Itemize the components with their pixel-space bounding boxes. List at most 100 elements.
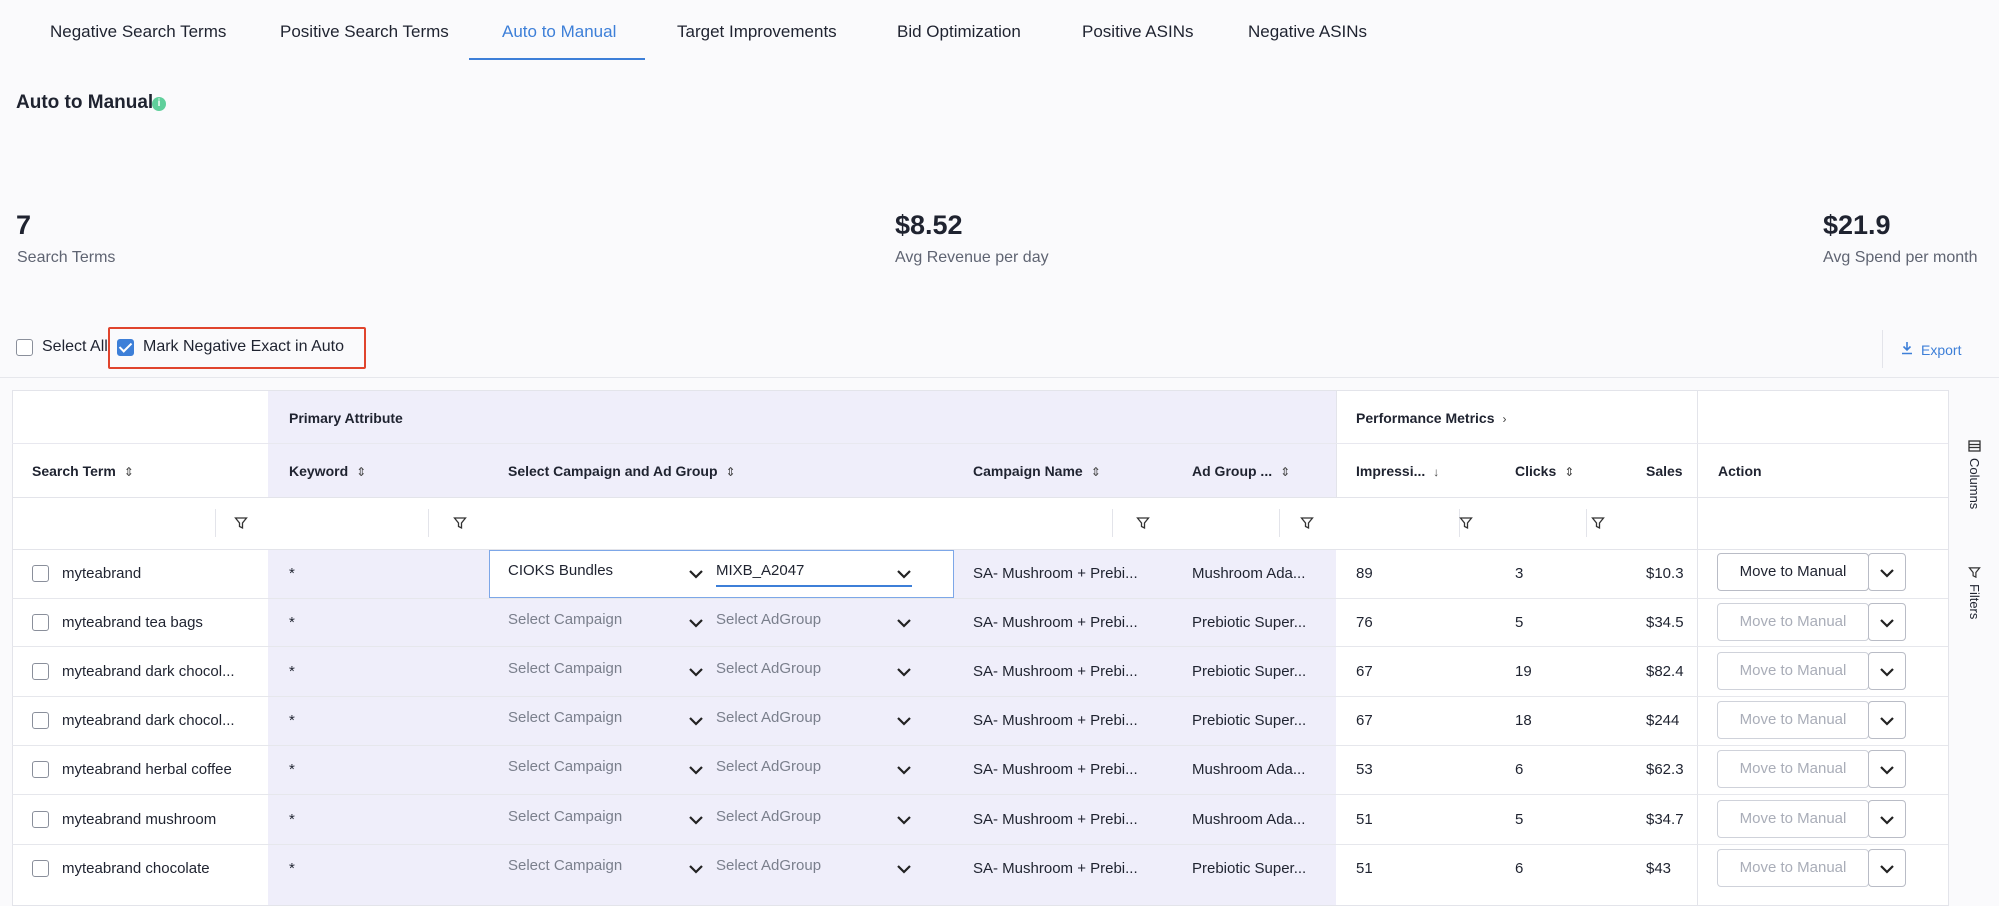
tab-bid-optimization[interactable]: Bid Optimization: [897, 22, 1021, 42]
action-dropdown-button[interactable]: [1868, 849, 1906, 887]
cell-impressions: 76: [1356, 614, 1373, 631]
col-keyword[interactable]: Keyword ⇕: [289, 463, 366, 479]
cell-ad-group: Mushroom Ada...: [1192, 811, 1306, 828]
col-search-term[interactable]: Search Term ⇕: [32, 463, 134, 479]
chevron-down-icon[interactable]: [896, 765, 912, 775]
campaign-select[interactable]: Select Campaign: [508, 660, 678, 677]
filter-icon[interactable]: [453, 516, 467, 530]
cell-keyword: *: [289, 860, 295, 877]
chevron-down-icon: [1880, 569, 1894, 578]
filter-input-keyword[interactable]: [289, 509, 429, 537]
filter-input-clicks[interactable]: [1515, 509, 1587, 537]
chevron-down-icon[interactable]: [688, 569, 704, 579]
chevron-down-icon[interactable]: [896, 815, 912, 825]
tab-positive-asins[interactable]: Positive ASINs: [1082, 22, 1194, 42]
move-to-manual-button[interactable]: Move to Manual: [1717, 800, 1869, 838]
chevron-down-icon[interactable]: [896, 618, 912, 628]
chevron-down-icon[interactable]: [688, 618, 704, 628]
adgroup-select[interactable]: Select AdGroup: [716, 660, 886, 677]
export-label: Export: [1921, 342, 1962, 358]
adgroup-select[interactable]: MIXB_A2047: [716, 562, 886, 579]
row-divider: [12, 794, 1949, 795]
row-checkbox[interactable]: [32, 860, 49, 877]
col-impressions[interactable]: Impressi... ↓: [1356, 463, 1439, 479]
filter-icon[interactable]: [1136, 516, 1150, 530]
filter-icon[interactable]: [1300, 516, 1314, 530]
action-dropdown-button[interactable]: [1868, 652, 1906, 690]
campaign-select[interactable]: Select Campaign: [508, 611, 678, 628]
campaign-select[interactable]: CIOKS Bundles: [508, 562, 678, 579]
row-checkbox[interactable]: [32, 811, 49, 828]
col-ad-group[interactable]: Ad Group ... ⇕: [1192, 463, 1290, 479]
move-to-manual-button[interactable]: Move to Manual: [1717, 849, 1869, 887]
adgroup-select[interactable]: Select AdGroup: [716, 611, 886, 628]
columns-panel-toggle[interactable]: Columns: [1963, 440, 1987, 520]
filter-input-search-term[interactable]: [32, 509, 216, 537]
row-checkbox[interactable]: [32, 712, 49, 729]
cell-ad-group: Mushroom Ada...: [1192, 761, 1306, 778]
chevron-down-icon[interactable]: [688, 815, 704, 825]
cell-impressions: 89: [1356, 565, 1373, 582]
col-select-campaign[interactable]: Select Campaign and Ad Group ⇕: [508, 463, 736, 479]
tab-auto-to-manual[interactable]: Auto to Manual: [502, 22, 616, 42]
cell-campaign-name: SA- Mushroom + Prebi...: [973, 614, 1138, 631]
info-icon[interactable]: i: [152, 97, 166, 111]
kpi-avg-revenue-value: $8.52: [895, 210, 963, 240]
tab-target-improvements[interactable]: Target Improvements: [677, 22, 837, 42]
select-all-checkbox[interactable]: [16, 339, 33, 356]
select-all-label: Select All: [42, 338, 108, 355]
row-checkbox[interactable]: [32, 565, 49, 582]
tab-negative-search-terms[interactable]: Negative Search Terms: [50, 22, 226, 42]
export-button[interactable]: Export: [1882, 330, 1978, 368]
chevron-down-icon[interactable]: [688, 864, 704, 874]
chevron-down-icon[interactable]: [688, 765, 704, 775]
download-icon: [1902, 342, 1912, 355]
row-checkbox[interactable]: [32, 663, 49, 680]
campaign-select[interactable]: Select Campaign: [508, 709, 678, 726]
move-to-manual-button[interactable]: Move to Manual: [1717, 701, 1869, 739]
action-dropdown-button[interactable]: [1868, 553, 1906, 591]
tab-positive-search-terms[interactable]: Positive Search Terms: [280, 22, 449, 42]
col-campaign-name[interactable]: Campaign Name ⇕: [973, 463, 1101, 479]
filter-input-campaign-name[interactable]: [973, 509, 1113, 537]
adgroup-select[interactable]: Select AdGroup: [716, 857, 886, 874]
filter-icon[interactable]: [1459, 516, 1473, 530]
chevron-down-icon[interactable]: [688, 667, 704, 677]
action-dropdown-button[interactable]: [1868, 603, 1906, 641]
adgroup-select[interactable]: Select AdGroup: [716, 709, 886, 726]
cell-sales: $244: [1646, 712, 1680, 729]
cell-clicks: 6: [1515, 761, 1524, 778]
group-performance-metrics[interactable]: Performance Metrics ›: [1356, 410, 1507, 426]
campaign-select[interactable]: Select Campaign: [508, 758, 678, 775]
kpi-avg-revenue-label: Avg Revenue per day: [895, 249, 1049, 266]
campaign-select[interactable]: Select Campaign: [508, 857, 678, 874]
adgroup-select[interactable]: Select AdGroup: [716, 758, 886, 775]
filter-icon[interactable]: [234, 516, 248, 530]
move-to-manual-button[interactable]: Move to Manual: [1717, 553, 1869, 591]
filters-panel-toggle[interactable]: Filters: [1963, 566, 1987, 636]
filter-icon[interactable]: [1591, 516, 1605, 530]
filter-input-ad-group[interactable]: [1192, 509, 1280, 537]
adgroup-select[interactable]: Select AdGroup: [716, 808, 886, 825]
chevron-down-icon[interactable]: [896, 569, 912, 579]
move-to-manual-button[interactable]: Move to Manual: [1717, 750, 1869, 788]
row-divider: [12, 598, 1949, 599]
chevron-down-icon[interactable]: [896, 716, 912, 726]
col-clicks[interactable]: Clicks ⇕: [1515, 463, 1574, 479]
campaign-select[interactable]: Select Campaign: [508, 808, 678, 825]
mark-negative-exact-checkbox[interactable]: [117, 339, 134, 356]
col-sales[interactable]: Sales: [1646, 463, 1683, 479]
row-checkbox[interactable]: [32, 614, 49, 631]
chevron-down-icon[interactable]: [688, 716, 704, 726]
chevron-down-icon[interactable]: [896, 864, 912, 874]
tab-negative-asins[interactable]: Negative ASINs: [1248, 22, 1367, 42]
cell-campaign-name: SA- Mushroom + Prebi...: [973, 712, 1138, 729]
action-dropdown-button[interactable]: [1868, 701, 1906, 739]
move-to-manual-button[interactable]: Move to Manual: [1717, 652, 1869, 690]
action-dropdown-button[interactable]: [1868, 750, 1906, 788]
row-checkbox[interactable]: [32, 761, 49, 778]
chevron-down-icon[interactable]: [896, 667, 912, 677]
move-to-manual-button[interactable]: Move to Manual: [1717, 603, 1869, 641]
action-dropdown-button[interactable]: [1868, 800, 1906, 838]
filter-input-impressions[interactable]: [1356, 509, 1460, 537]
